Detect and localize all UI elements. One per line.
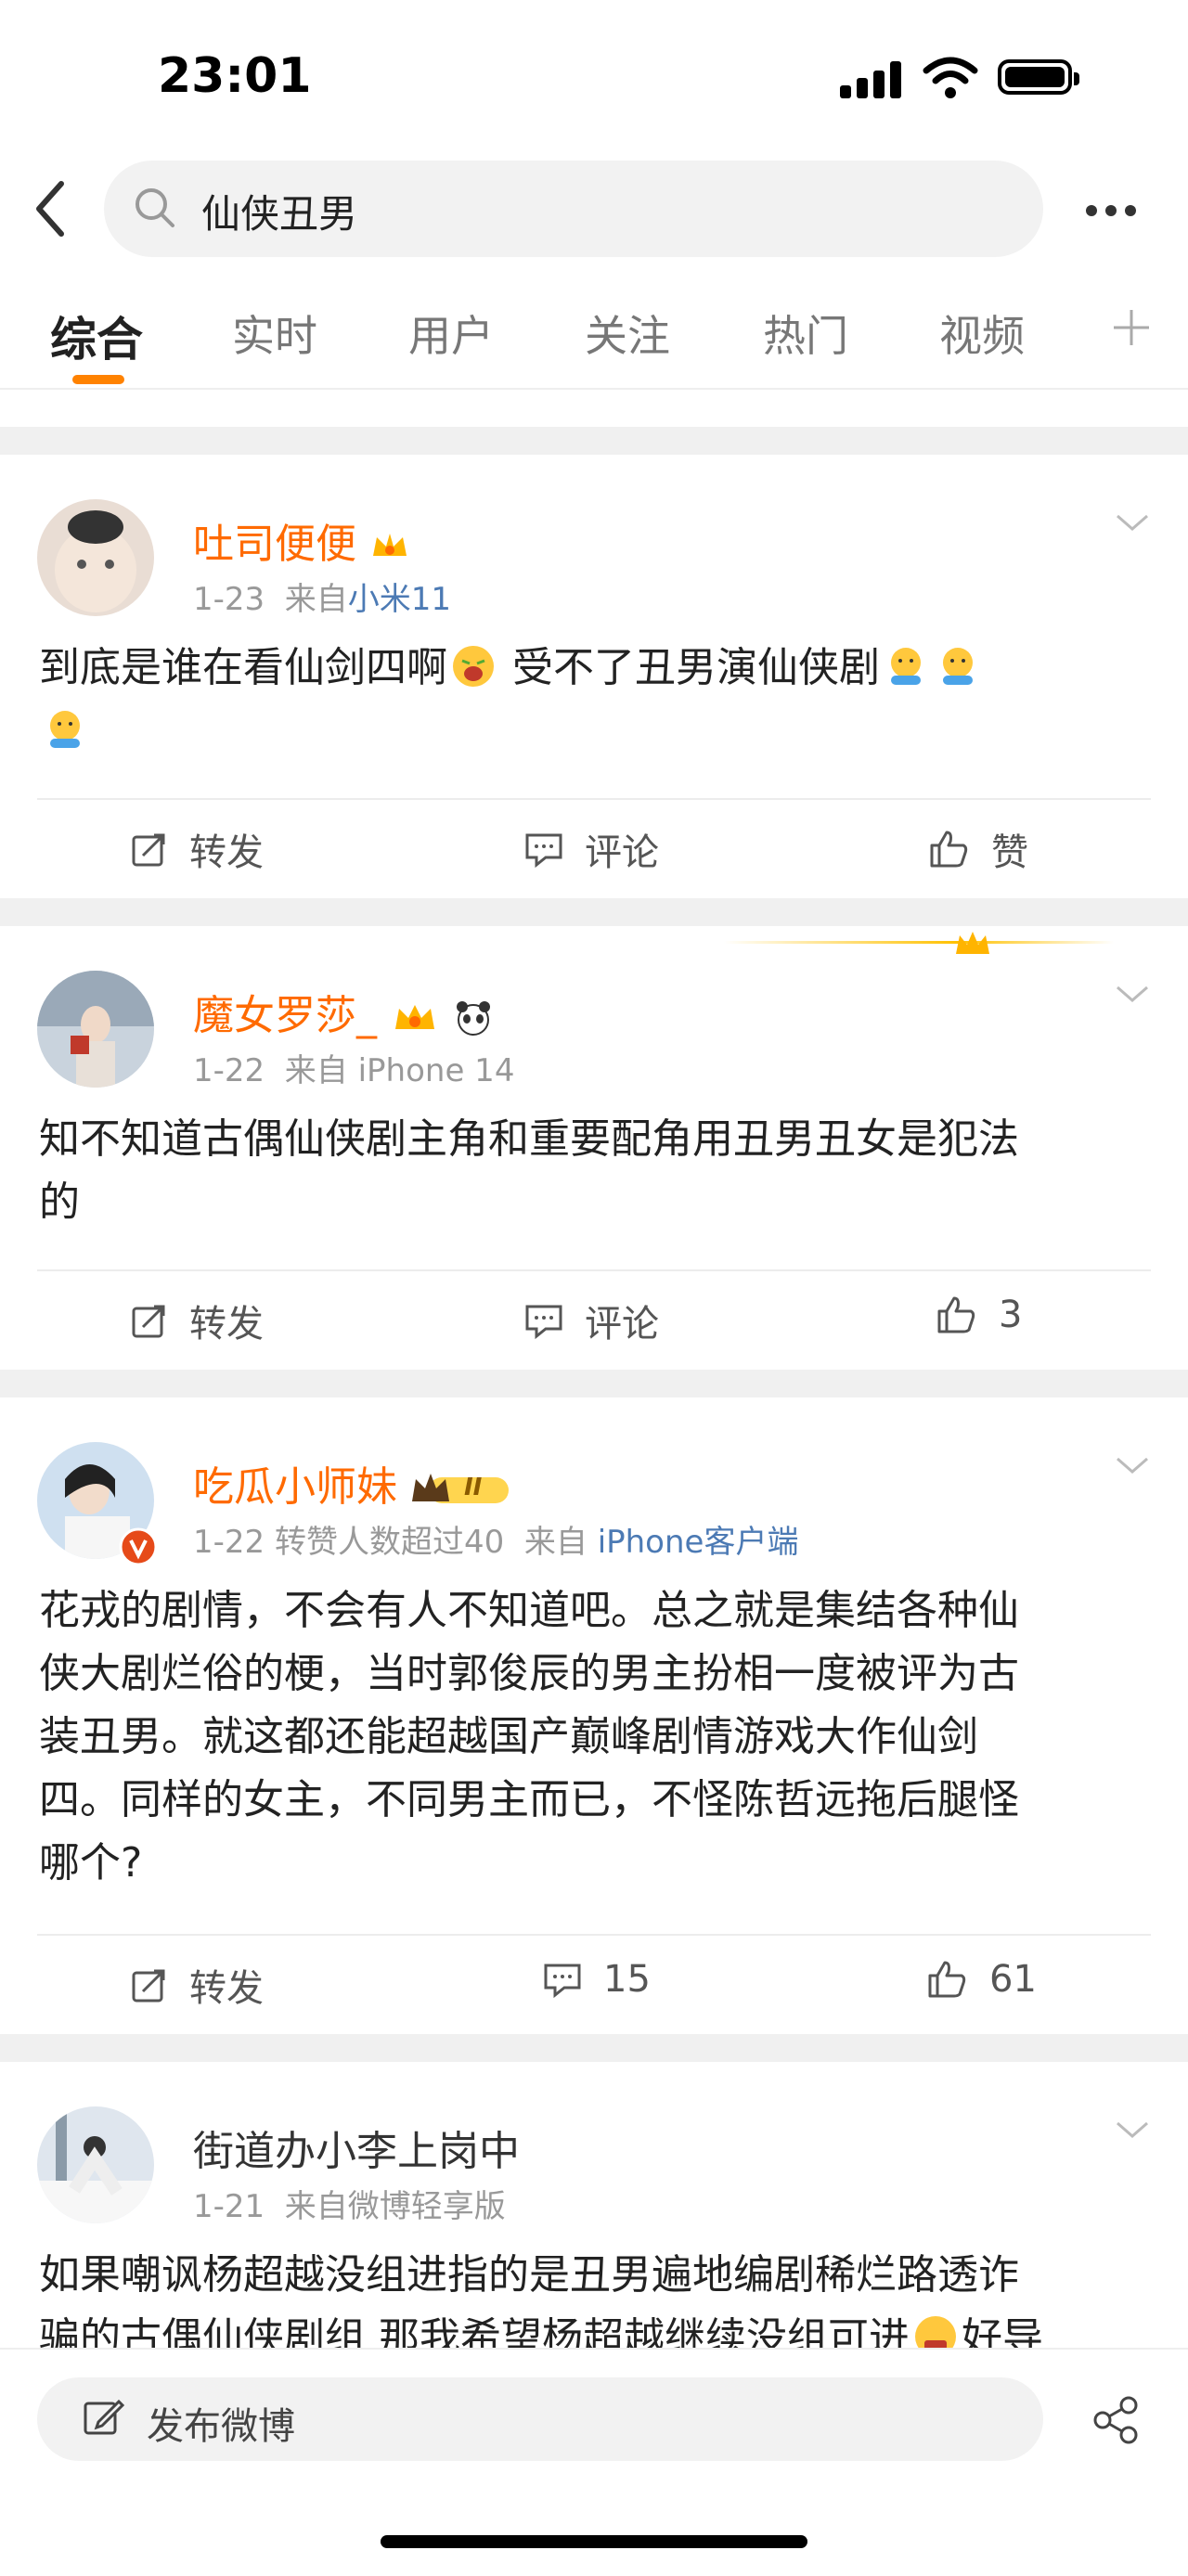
chevron-down-icon[interactable] [1114,980,1151,1008]
username[interactable]: 魔女罗莎_ [193,982,494,1041]
verified-badge-icon [119,1527,158,1566]
like-button[interactable]: 赞 [928,822,1028,876]
repost-icon [132,1305,165,1338]
repost-button[interactable]: 转发 [130,1294,264,1347]
comment-icon [525,833,562,869]
shrug-emoji-icon [50,711,80,748]
tab-following[interactable]: 关注 [585,303,670,364]
back-arrow-icon[interactable] [28,176,74,241]
vip-crown-icon [373,534,407,556]
action-divider [37,798,1151,800]
post-meta: 1-23 来自小米11 [193,581,452,618]
status-bar: 23:01 [0,0,1188,148]
action-divider [37,1934,1151,1936]
compose-post-button[interactable]: 发布微博 [37,2377,1043,2461]
avatar[interactable] [37,499,154,616]
separator [0,898,1188,926]
active-tab-indicator [72,375,124,384]
search-query: 仙侠丑男 [201,191,358,237]
username[interactable]: 街道办小李上岗中 [193,2118,520,2177]
tab-video[interactable]: 视频 [939,303,1025,364]
repost-button[interactable]: 转发 [130,1958,264,2012]
repost-icon [132,833,165,867]
username[interactable]: 吃瓜小师妹 II [193,1453,514,1513]
more-options-icon[interactable] [1086,202,1144,220]
tab-comprehensive[interactable]: 综合 [50,303,143,369]
share-icon[interactable] [1091,2396,1140,2444]
separator [0,2034,1188,2062]
comment-button[interactable]: 15 [542,1958,651,2001]
vip-crown-icon [395,1005,434,1029]
decoration-crown-icon [724,932,1114,954]
action-divider [37,1269,1151,1271]
source-device: iPhone 14 [357,1052,515,1089]
post-text: 花戎的剧情，不会有人不知道吧。总之就是集结各种仙 侠大剧烂俗的梗，当时郭俊辰的男… [39,1587,1019,1887]
post-text: 到底是谁在看仙剑四啊 受不了丑男演仙侠剧 [39,637,1143,763]
vip-level-badge: II [410,1470,514,1509]
like-button[interactable]: 61 [926,1958,1037,2001]
home-indicator [381,2535,807,2548]
post-text: 如果嘲讽杨超越没组进指的是丑男遍地编剧稀烂路透诈 骗的古偶仙侠剧组 那我希望杨超越… [39,2244,1143,2348]
tab-hot[interactable]: 热门 [763,303,848,364]
comment-button[interactable]: 评论 [523,1294,659,1347]
post-meta: 1-22 转赞人数超过40 来自 iPhone客户端 [193,1524,799,1561]
username[interactable]: 吐司便便 [193,510,410,570]
battery-icon [998,59,1079,95]
chevron-down-icon[interactable] [1114,509,1151,536]
like-button[interactable]: 3 [936,1294,1022,1336]
crying-emoji-icon [453,646,494,687]
thumbs-up-icon [937,1296,975,1333]
source-link[interactable]: iPhone客户端 [598,1524,799,1561]
tab-users[interactable]: 用户 [408,303,494,364]
money-mouth-emoji-icon [914,2316,956,2348]
post-text: 知不知道古偶仙侠剧主角和重要配角用丑男丑女是犯法的 [39,1115,1019,1226]
edit-icon [84,2399,124,2435]
comment-icon [544,1964,581,1999]
post-meta: 1-22 来自 iPhone 14 [193,1052,515,1089]
chevron-down-icon[interactable] [1114,2116,1151,2144]
comment-button[interactable]: 评论 [523,822,659,876]
compose-label: 发布微博 [147,2405,295,2448]
wifi-icon [923,57,978,98]
search-input[interactable]: 仙侠丑男 [104,161,1043,257]
shrug-emoji-icon [943,648,973,685]
repost-button[interactable]: 转发 [130,822,264,876]
separator [0,427,1188,455]
chevron-down-icon[interactable] [1114,1451,1151,1479]
thumbs-up-icon [930,831,968,868]
shrug-emoji-icon [891,648,921,685]
repost-icon [132,1969,165,2003]
filter-tabs: 综合 实时 用户 关注 热门 视频 [0,288,1188,390]
previous-post-edge [0,388,1188,390]
post-card[interactable]: 街道办小李上岗中 1-21 来自微博轻享版 如果嘲讽杨超越没组进指的是丑男遍地编… [0,2062,1188,2348]
separator [0,1370,1188,1397]
panda-icon [457,1001,490,1036]
comment-icon [525,1305,562,1340]
thumbs-up-icon [928,1961,966,1998]
source-link[interactable]: 小米11 [348,581,451,618]
search-icon [136,188,174,227]
source-app: 微博轻享版 [347,2188,506,2225]
add-tab-icon[interactable] [1110,306,1153,349]
post-meta: 1-21 来自微博轻享版 [193,2188,506,2225]
status-time: 23:01 [158,48,312,104]
avatar[interactable] [37,2106,154,2223]
avatar[interactable] [37,971,154,1088]
tab-realtime[interactable]: 实时 [232,303,317,364]
cellular-signal-icon [840,61,905,98]
